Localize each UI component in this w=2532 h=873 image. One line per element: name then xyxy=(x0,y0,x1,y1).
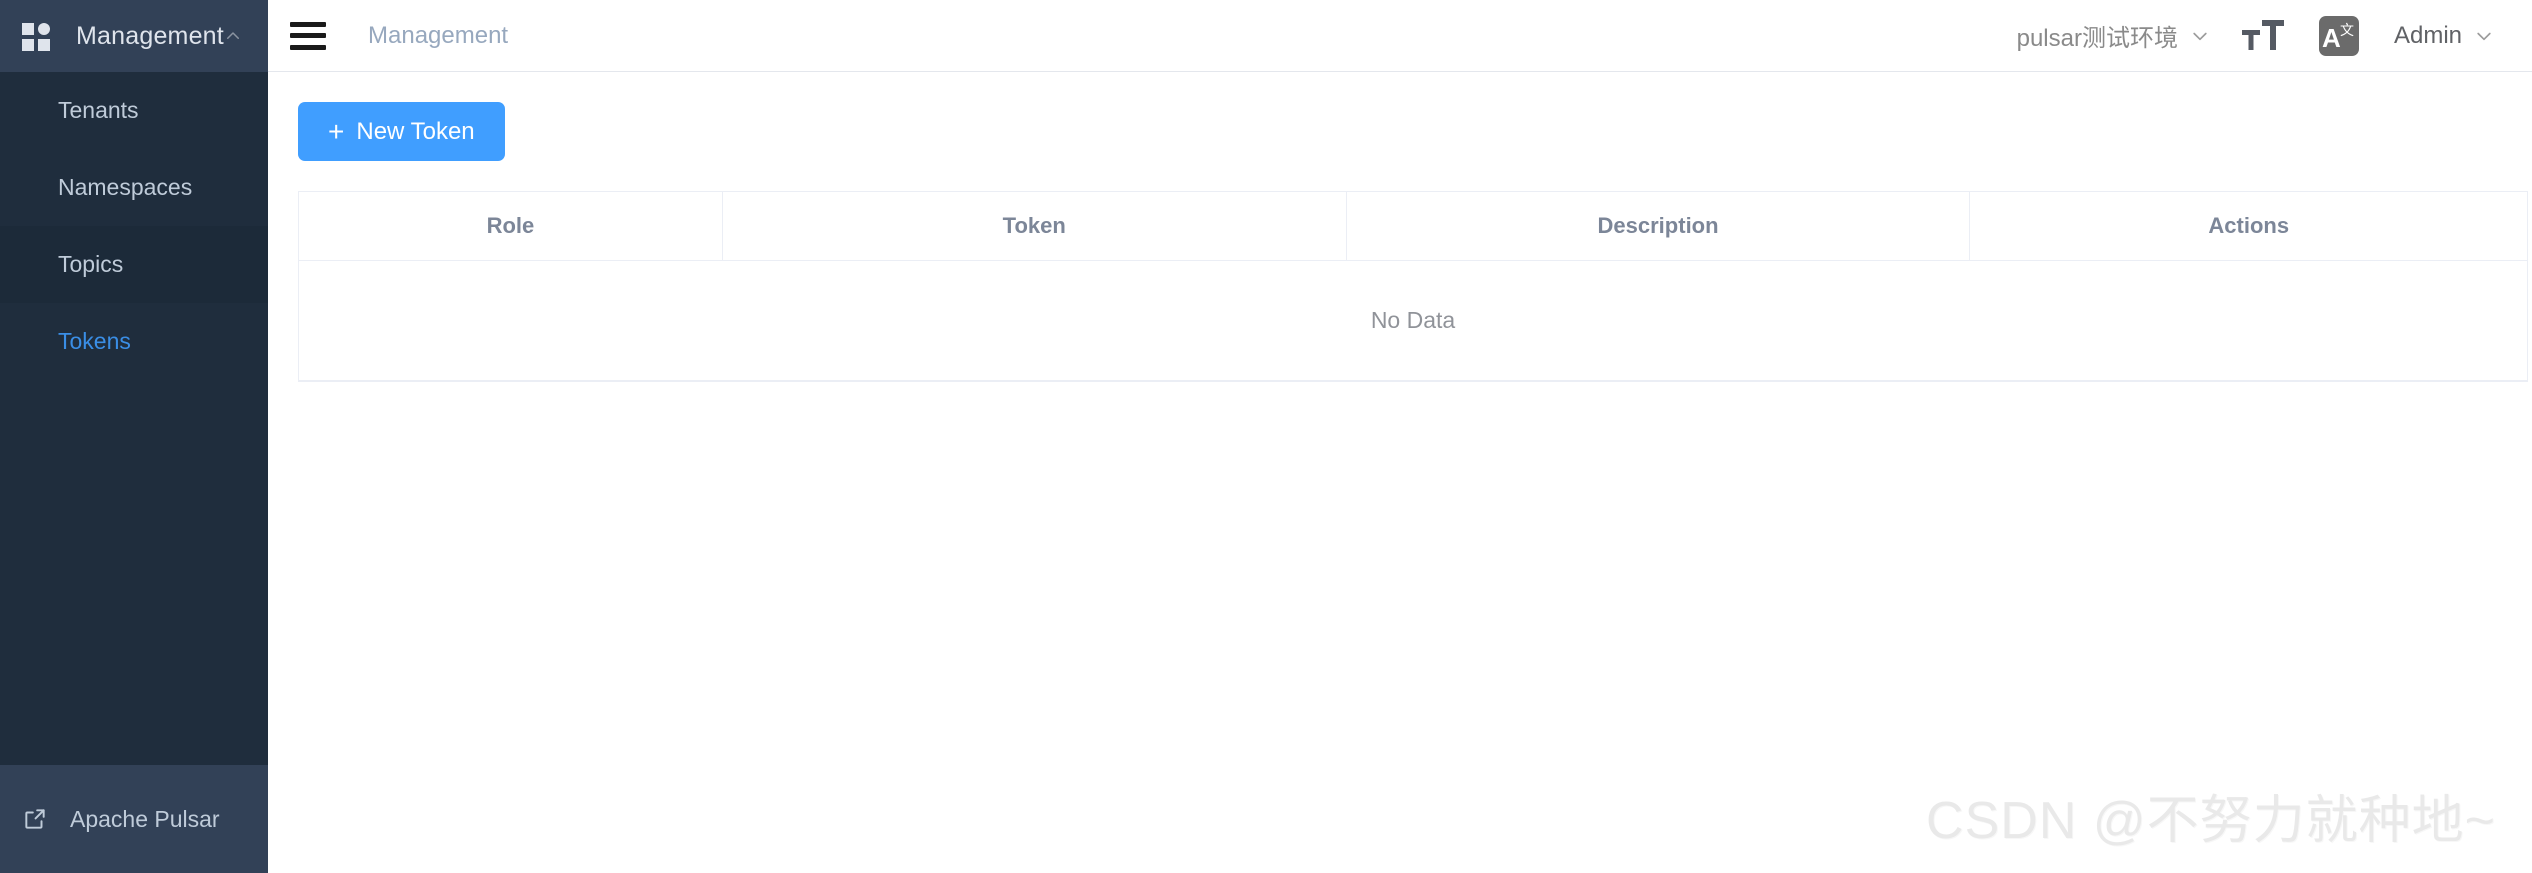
user-menu-label: Admin xyxy=(2393,21,2462,49)
new-token-button[interactable]: + New Token xyxy=(298,102,505,161)
sidebar-item-apache-pulsar[interactable]: Apache Pulsar xyxy=(0,765,268,873)
sidebar-item-label: Topics xyxy=(58,251,124,277)
sidebar-item-namespaces[interactable]: Namespaces xyxy=(0,149,268,226)
user-menu[interactable]: Admin xyxy=(2394,22,2494,50)
column-header-description[interactable]: Description xyxy=(1346,192,1971,261)
sidebar-footer-label: Apache Pulsar xyxy=(70,805,220,832)
table-body: No Data xyxy=(299,260,2527,380)
app-root: Management Tenants Namespaces Topics Tok… xyxy=(0,0,2532,873)
sidebar-item-topics[interactable]: Topics xyxy=(0,226,268,303)
chevron-down-icon xyxy=(2474,26,2494,46)
environment-selector[interactable]: pulsar测试环境 xyxy=(2017,18,2210,53)
table-empty-row: No Data xyxy=(299,260,2527,380)
breadcrumb: Management xyxy=(368,21,509,49)
sidebar-title: Management xyxy=(76,21,224,50)
sidebar-logo-header[interactable]: Management xyxy=(0,0,268,72)
external-link-icon xyxy=(22,806,48,832)
sidebar-menu: Tenants Namespaces Topics Tokens xyxy=(0,72,268,765)
table-header: Role Token Description Actions xyxy=(299,192,2527,261)
column-header-actions[interactable]: Actions xyxy=(1969,192,2527,261)
svg-text:文: 文 xyxy=(2340,23,2354,39)
environment-label: pulsar测试环境 xyxy=(2016,25,2178,52)
top-navbar: Management pulsar测试环境 A 文 Admin xyxy=(268,0,2532,72)
translate-icon[interactable]: A 文 xyxy=(2318,15,2360,57)
chevron-down-icon xyxy=(2190,26,2210,46)
column-header-token[interactable]: Token xyxy=(722,192,1347,261)
main-area: Management pulsar测试环境 A 文 Admin + New To… xyxy=(268,0,2532,873)
hamburger-menu-icon[interactable] xyxy=(290,21,326,50)
sidebar: Management Tenants Namespaces Topics Tok… xyxy=(0,0,268,873)
table-header-row: Role Token Description Actions xyxy=(299,192,2527,261)
sidebar-item-label: Tenants xyxy=(58,97,139,123)
svg-text:A: A xyxy=(2322,23,2341,53)
watermark: CSDN @不努力就种地~ xyxy=(1926,792,2496,850)
page-content: + New Token Role Token Description Actio… xyxy=(268,72,2532,873)
navbar-right-cluster: pulsar测试环境 A 文 Admin xyxy=(2017,15,2494,57)
sidebar-item-tenants[interactable]: Tenants xyxy=(0,72,268,149)
empty-state-text: No Data xyxy=(1370,306,1456,333)
grid-icon xyxy=(22,21,52,51)
sidebar-item-label: Namespaces xyxy=(58,174,193,200)
tokens-table-container: Role Token Description Actions No Data xyxy=(298,191,2528,382)
sidebar-item-tokens[interactable]: Tokens xyxy=(0,303,268,380)
chevron-up-icon[interactable] xyxy=(224,27,242,45)
font-size-icon[interactable] xyxy=(2240,16,2286,56)
sidebar-item-label: Tokens xyxy=(58,328,131,354)
new-token-button-label: New Token xyxy=(356,117,475,145)
plus-icon: + xyxy=(328,115,345,147)
tokens-table: Role Token Description Actions No Data xyxy=(299,192,2527,380)
column-header-role[interactable]: Role xyxy=(299,192,723,261)
